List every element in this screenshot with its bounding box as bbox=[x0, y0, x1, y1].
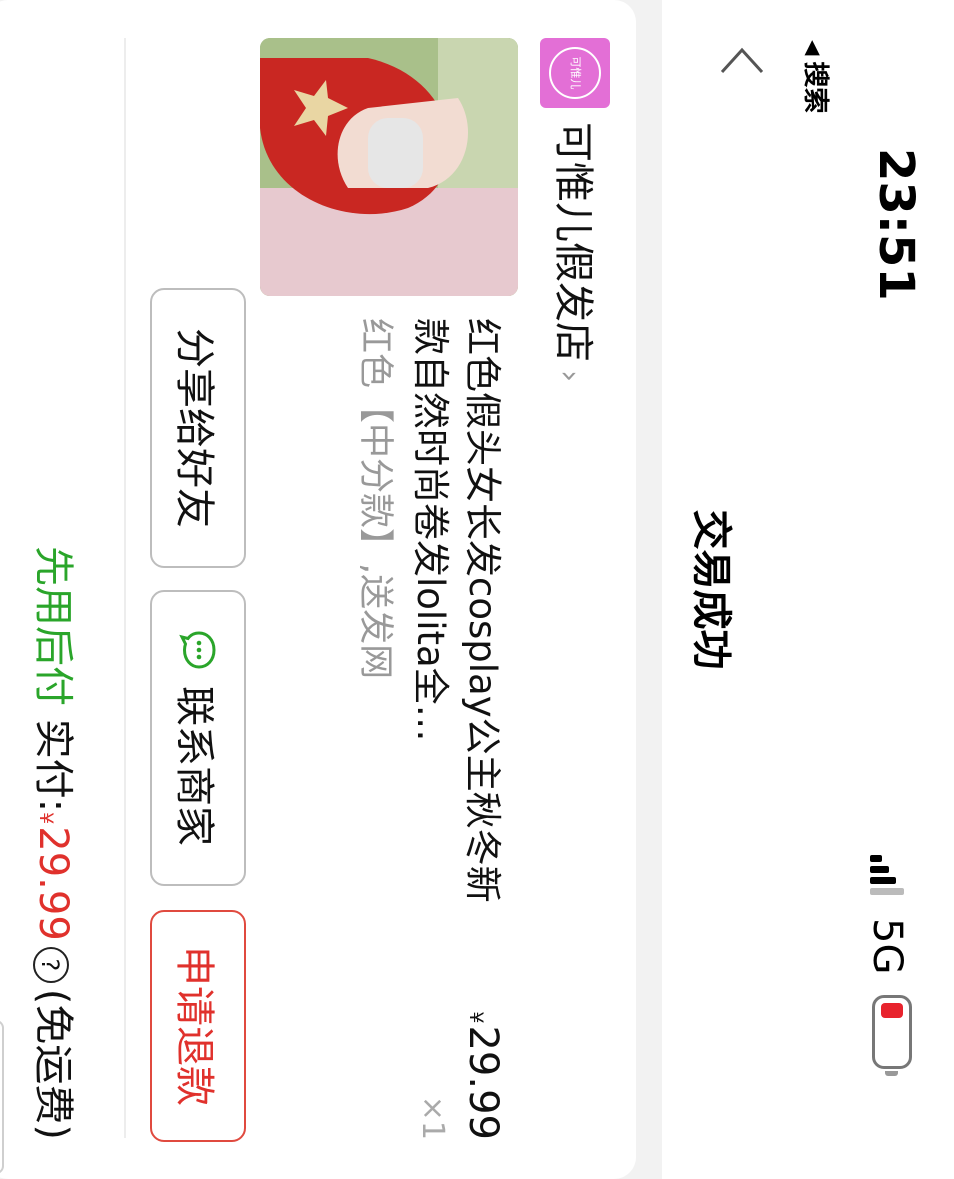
product-title[interactable]: 红色假头女长发cosplay公主秋冬新款自然时尚卷发lolita全… bbox=[404, 318, 508, 918]
next-card-edge bbox=[0, 1020, 4, 1174]
top-bar: ◀ 搜索 23:51 5G 交易成功 bbox=[662, 0, 954, 1179]
back-to-app-link[interactable]: ◀ 搜索 bbox=[799, 40, 836, 113]
paid-currency: ¥ bbox=[35, 812, 57, 825]
network-type: 5G bbox=[864, 918, 910, 975]
price-currency: ¥ bbox=[465, 1011, 487, 1024]
paid-label: 实付: bbox=[30, 718, 76, 813]
shop-name: 可惟儿假发店 bbox=[550, 122, 596, 362]
product-photo-illustration bbox=[260, 38, 518, 296]
order-card: 可惟儿 可惟儿假发店 › 红色假头女长发cosplay公主秋冬新款自然时尚卷发lo… bbox=[0, 0, 636, 1179]
product-quantity: ×1 bbox=[415, 1095, 450, 1140]
payment-summary: 先用后付 实付:¥29.99? (免运费) bbox=[28, 0, 86, 1140]
battery-icon bbox=[872, 995, 912, 1076]
divider bbox=[124, 38, 126, 1138]
shop-logo-text: 可惟儿 bbox=[549, 47, 601, 99]
share-button[interactable]: 分享给好友 bbox=[150, 288, 246, 568]
pay-later-label[interactable]: 先用后付 bbox=[30, 546, 76, 706]
back-triangle-icon: ◀ bbox=[802, 40, 826, 56]
contact-seller-button[interactable]: 联系商家 bbox=[150, 590, 246, 886]
status-time: 23:51 bbox=[868, 148, 924, 301]
shipping-note: (免运费) bbox=[30, 988, 76, 1140]
paid-amount: 29.99 bbox=[30, 826, 76, 941]
chevron-right-icon: › bbox=[552, 370, 587, 382]
refund-button-label: 申请退款 bbox=[171, 946, 217, 1106]
product-variant: 红色【中分款】,送发网 bbox=[355, 318, 395, 680]
product-image[interactable] bbox=[260, 38, 518, 296]
back-to-app-label: 搜索 bbox=[800, 61, 830, 114]
shop-logo[interactable]: 可惟儿 bbox=[540, 38, 610, 108]
signal-icon bbox=[870, 855, 904, 897]
refund-button[interactable]: 申请退款 bbox=[150, 910, 246, 1142]
shop-link[interactable]: 可惟儿假发店 › bbox=[548, 122, 606, 382]
help-icon[interactable]: ? bbox=[33, 946, 69, 983]
phone-screen: ◀ 搜索 23:51 5G 交易成功 可惟儿 可惟儿假发店 › 红色假头女长发cos… bbox=[0, 0, 954, 1179]
contact-button-label: 联系商家 bbox=[171, 686, 217, 846]
page-title: 交易成功 bbox=[688, 509, 734, 670]
share-button-label: 分享给好友 bbox=[171, 328, 217, 528]
price-value: 29.99 bbox=[460, 1025, 506, 1140]
product-price: ¥29.99 bbox=[460, 930, 506, 1140]
chat-bubble-icon bbox=[179, 631, 216, 669]
